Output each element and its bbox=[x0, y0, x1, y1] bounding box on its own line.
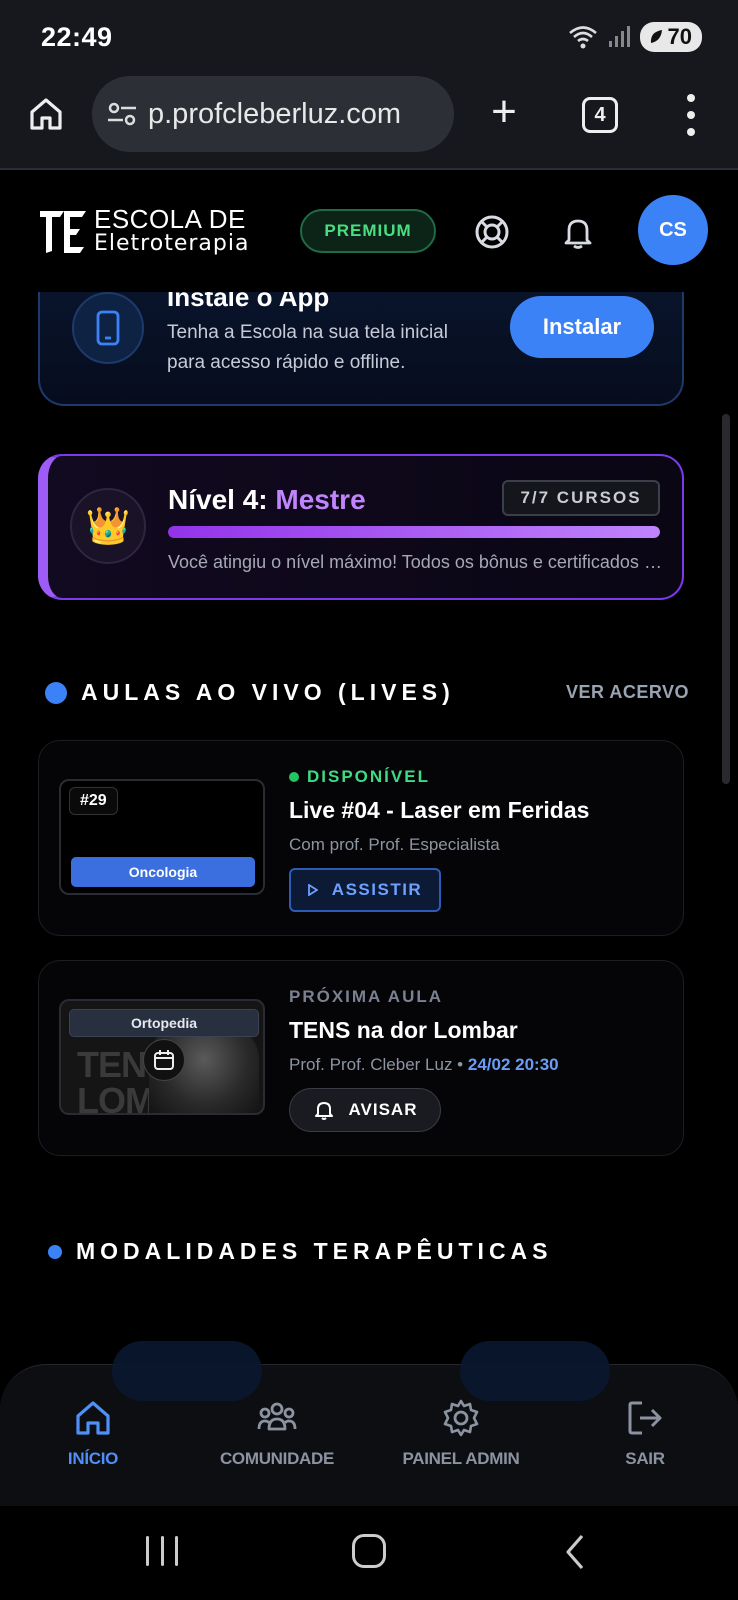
phone-icon bbox=[72, 292, 144, 364]
nav-item-painel-admin[interactable]: PAINEL ADMIN bbox=[386, 1397, 536, 1469]
logo-line2: Eletroterapia bbox=[94, 231, 250, 256]
bell-icon bbox=[314, 1102, 333, 1120]
live-status: DISPONÍVEL bbox=[289, 767, 430, 787]
level-title: Nível 4: Mestre bbox=[168, 484, 366, 515]
nav-label: SAIR bbox=[625, 1449, 665, 1468]
logout-icon bbox=[628, 1401, 662, 1435]
install-button[interactable]: Instalar bbox=[510, 296, 654, 358]
logo[interactable]: ESCOLA DE Eletroterapia bbox=[38, 206, 249, 256]
site-header: ESCOLA DE Eletroterapia PREMIUM CS bbox=[0, 172, 738, 292]
level-card: 👑 Nível 4: Mestre 7/7 CURSOS Você atingi… bbox=[38, 454, 684, 600]
status-bar: 22:49 70 bbox=[0, 0, 738, 76]
live-title: TENS na dor Lombar bbox=[289, 1017, 518, 1043]
live-datetime: 24/02 20:30 bbox=[467, 1055, 559, 1074]
nav-label: PAINEL ADMIN bbox=[402, 1449, 520, 1468]
url-text: p.profcleberluz.com bbox=[148, 97, 402, 130]
install-description: Tenha a Escola na sua tela inicial para … bbox=[167, 322, 448, 373]
nav-item-inicio[interactable]: INÍCIO bbox=[18, 1397, 168, 1469]
calendar-icon bbox=[143, 1039, 185, 1081]
card-glow bbox=[112, 1341, 262, 1401]
home-icon bbox=[76, 1401, 110, 1435]
bell-icon[interactable] bbox=[560, 214, 596, 250]
play-icon bbox=[307, 884, 318, 896]
nav-item-comunidade[interactable]: COMUNIDADE bbox=[202, 1397, 352, 1469]
tabs-icon[interactable]: 4 bbox=[582, 97, 618, 133]
more-vert-icon[interactable] bbox=[680, 94, 702, 136]
status-icons: 70 bbox=[568, 22, 702, 52]
system-home-icon[interactable] bbox=[352, 1534, 386, 1568]
bottom-nav: INÍCIO COMUNIDADE PAINEL ADMIN SAIR bbox=[0, 1341, 738, 1506]
browser-toolbar: p.profcleberluz.com + 4 bbox=[0, 76, 738, 170]
level-description: Você atingiu o nível máximo! Todos os bô… bbox=[168, 552, 664, 572]
live-instructor: Prof. Prof. Cleber Luz • 24/02 20:30 bbox=[289, 1055, 559, 1074]
live-thumbnail[interactable]: TENS NALOMBA Ortopedia bbox=[59, 999, 265, 1115]
watch-button[interactable]: ASSISTIR bbox=[289, 868, 441, 912]
live-title: Live #04 - Laser em Feridas bbox=[289, 797, 590, 823]
avatar[interactable]: CS bbox=[638, 195, 708, 265]
scrollbar[interactable] bbox=[722, 414, 730, 784]
system-nav-bar bbox=[0, 1506, 738, 1600]
lifebuoy-icon[interactable] bbox=[474, 214, 510, 250]
battery-icon: 70 bbox=[639, 22, 702, 52]
live-instructor: Com prof. Prof. Especialista bbox=[289, 835, 500, 854]
premium-badge: PREMIUM bbox=[300, 209, 436, 253]
level-progress-bar bbox=[168, 526, 660, 538]
nav-label: INÍCIO bbox=[67, 1449, 119, 1468]
home-icon[interactable] bbox=[26, 94, 66, 134]
nav-label: COMUNIDADE bbox=[219, 1449, 335, 1468]
recent-apps-icon[interactable] bbox=[146, 1536, 178, 1568]
live-status: PRÓXIMA AULA bbox=[289, 987, 444, 1006]
category-tag: Oncologia bbox=[71, 857, 255, 887]
users-icon bbox=[257, 1402, 297, 1431]
live-card[interactable]: TENS NALOMBA Ortopedia PRÓXIMA AULA TENS… bbox=[38, 960, 684, 1156]
ver-acervo-link[interactable]: VER ACERVO bbox=[566, 682, 689, 703]
nav-item-sair[interactable]: SAIR bbox=[570, 1397, 720, 1469]
status-dot bbox=[289, 772, 299, 782]
address-bar[interactable]: p.profcleberluz.com bbox=[92, 76, 454, 152]
live-number-badge: #29 bbox=[69, 787, 118, 815]
logo-line1: ESCOLA DE bbox=[94, 204, 246, 234]
section-dot bbox=[45, 681, 67, 704]
logo-mark-icon bbox=[40, 211, 86, 253]
level-progress-fill bbox=[168, 526, 660, 538]
courses-badge: 7/7 CURSOS bbox=[502, 480, 660, 516]
notify-button[interactable]: AVISAR bbox=[289, 1088, 441, 1132]
live-card[interactable]: #29 Oncologia DISPONÍVEL Live #04 - Lase… bbox=[38, 740, 684, 936]
tab-count: 4 bbox=[594, 103, 606, 126]
status-time: 22:49 bbox=[41, 22, 113, 52]
wifi-icon bbox=[568, 26, 597, 49]
live-thumbnail[interactable]: #29 Oncologia bbox=[59, 779, 265, 895]
level-name: Mestre bbox=[275, 484, 366, 515]
category-tag: Ortopedia bbox=[69, 1009, 259, 1037]
modalities-section-title: MODALIDADES TERAPÊUTICAS bbox=[48, 1238, 553, 1265]
card-glow bbox=[460, 1341, 610, 1401]
back-icon[interactable] bbox=[560, 1532, 590, 1572]
signal-icon bbox=[608, 26, 630, 47]
battery-level: 70 bbox=[667, 24, 692, 49]
plus-icon[interactable]: + bbox=[484, 90, 524, 138]
section-dot bbox=[48, 1244, 62, 1259]
crown-icon: 👑 bbox=[70, 488, 146, 564]
site-settings-icon[interactable] bbox=[106, 100, 138, 128]
gear-icon bbox=[443, 1399, 479, 1437]
lives-section-title: AULAS AO VIVO (LIVES) bbox=[45, 679, 455, 706]
